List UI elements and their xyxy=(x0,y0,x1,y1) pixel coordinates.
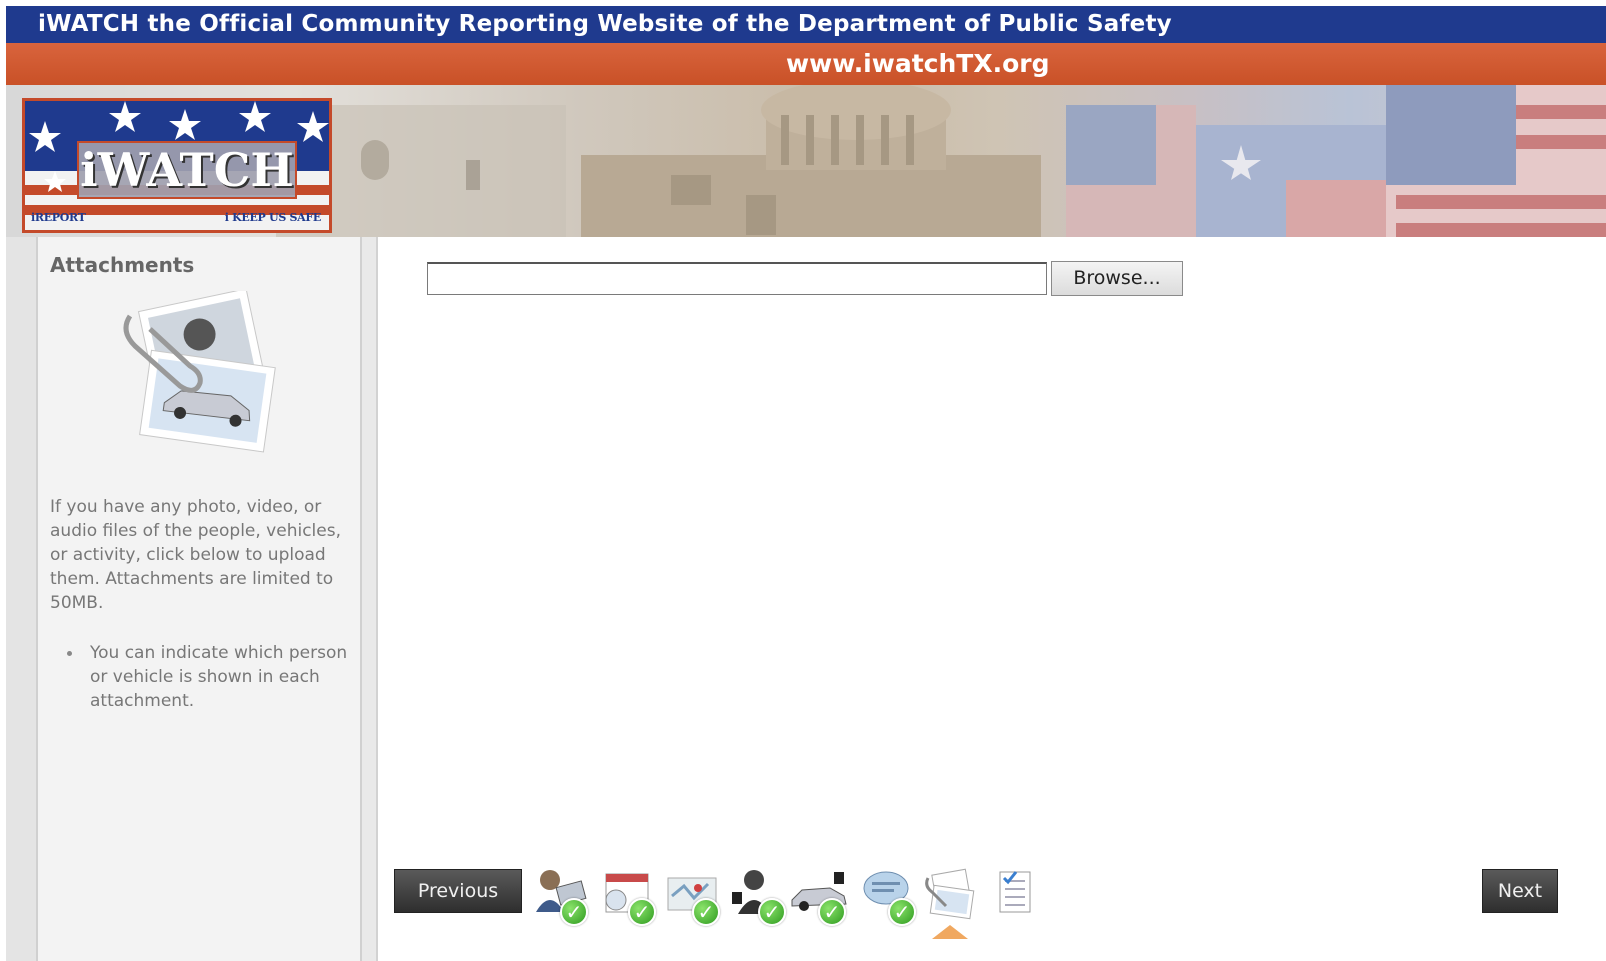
attachments-step-icon[interactable] xyxy=(922,866,980,932)
completed-check-icon: ✓ xyxy=(692,898,720,926)
sidebar-tip-item: You can indicate which person or vehicle… xyxy=(50,641,350,713)
logo-keep-safe-tag: i KEEP US SAFE xyxy=(224,211,322,224)
site-title: the Official Community Reporting Website… xyxy=(147,11,1172,37)
review-checklist-step-icon[interactable] xyxy=(992,866,1050,932)
sidebar-divider xyxy=(362,237,378,961)
completed-check-icon: ✓ xyxy=(560,898,588,926)
site-brand: iWATCH xyxy=(38,11,140,37)
completed-check-icon: ✓ xyxy=(758,898,786,926)
sidebar-tips-list: You can indicate which person or vehicle… xyxy=(50,641,350,713)
completed-check-icon: ✓ xyxy=(818,898,846,926)
site-url: www.iwatchTX.org xyxy=(786,49,1050,78)
description-step-icon[interactable]: ✓ xyxy=(860,866,918,932)
help-sidebar: Attachments If you have any photo, video… xyxy=(36,237,362,961)
attachment-file-input[interactable] xyxy=(427,262,1047,295)
completed-check-icon: ✓ xyxy=(628,898,656,926)
completed-check-icon: ✓ xyxy=(888,898,916,926)
iwatch-logo[interactable]: iWATCH iREPORT i KEEP US SAFE xyxy=(22,98,332,233)
site-title-bar: iWATCH the Official Community Reporting … xyxy=(6,6,1606,43)
calendar-step-icon[interactable]: ✓ xyxy=(600,866,658,932)
vehicle-step-icon[interactable]: ✓ xyxy=(790,866,848,932)
url-bar: www.iwatchTX.org xyxy=(6,43,1606,85)
reporter-step-icon[interactable]: ✓ xyxy=(532,866,590,932)
browse-button[interactable]: Browse... xyxy=(1051,261,1183,296)
sidebar-description: If you have any photo, video, or audio f… xyxy=(50,497,341,613)
current-step-marker xyxy=(932,925,968,939)
previous-button[interactable]: Previous xyxy=(394,869,522,913)
sidebar-heading: Attachments xyxy=(50,253,195,277)
next-button[interactable]: Next xyxy=(1482,869,1558,913)
logo-title: iWATCH xyxy=(77,141,297,199)
person-step-icon[interactable]: ✓ xyxy=(730,866,788,932)
left-margin-strip xyxy=(6,237,36,961)
logo-ireport-tag: iREPORT xyxy=(31,211,86,224)
attachments-photo-icon xyxy=(123,291,276,453)
location-map-step-icon[interactable]: ✓ xyxy=(664,866,722,932)
